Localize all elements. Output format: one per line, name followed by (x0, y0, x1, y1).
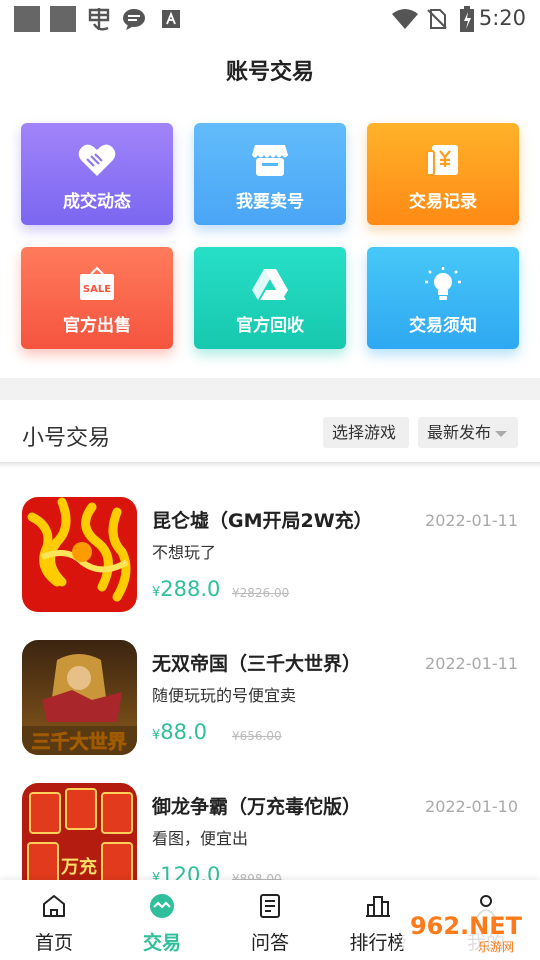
card-label: 官方回收 (236, 316, 304, 336)
sort-dropdown[interactable]: 最新发布 (418, 417, 518, 448)
listing-date: 2022-01-10 (425, 797, 518, 816)
trade-icon (150, 894, 174, 918)
status-time: 5:20 (478, 6, 526, 30)
listing-desc: 不想玩了 (152, 543, 217, 562)
official-recycle-card[interactable]: 官方回收 (194, 247, 346, 349)
game-thumbnail (22, 497, 137, 612)
listing-title: 无双帝国（三千大世界） (152, 653, 362, 675)
listing-desc: 看图，便宜出 (152, 829, 249, 848)
ranking-icon (366, 896, 390, 917)
listing-date: 2022-01-11 (425, 511, 518, 530)
listing-date: 2022-01-11 (425, 654, 518, 673)
app-notification-icon (88, 8, 110, 31)
listing-title: 昆仑墟（GM开局2W充） (152, 510, 373, 532)
wifi-icon (392, 9, 418, 29)
game-thumbnail: 三千大世界 (22, 640, 137, 755)
nav-home[interactable]: 首页 (0, 880, 108, 960)
section-title: 小号交易 (22, 426, 111, 451)
card-label: 成交动态 (63, 192, 131, 212)
listing-original-price: ¥656.00 (232, 729, 282, 743)
caret-down-icon (495, 430, 508, 437)
message-icon (123, 9, 145, 30)
sale-badge: SALE (83, 284, 111, 295)
status-bar: 5:20 (0, 0, 540, 40)
notification-icon (14, 6, 40, 32)
listing-title: 御龙争霸（万充毒佗版） (152, 796, 362, 818)
recycle-triangle-icon (252, 269, 288, 300)
listing-price: ¥88.0 (152, 720, 207, 744)
nav-trade[interactable]: 交易 (108, 880, 216, 960)
nav-label: 首页 (34, 932, 73, 954)
sort-label: 最新发布 (427, 423, 492, 442)
card-label: 官方出售 (63, 316, 131, 336)
section-divider (0, 378, 540, 400)
nav-label: 交易 (142, 932, 181, 954)
select-game-label: 选择游戏 (332, 423, 397, 442)
section-shadow (0, 462, 540, 468)
listing-price: ¥288.0 (152, 577, 220, 601)
official-sale-card[interactable]: SALE 官方出售 (21, 247, 173, 349)
notification-icon (50, 6, 76, 32)
site-watermark-logo: 962.NET 乐游网 (402, 909, 534, 954)
thumb-text: 三千大世界 (31, 730, 126, 753)
trade-notice-card[interactable]: 交易须知 (367, 247, 519, 349)
listing-item[interactable]: 昆仑墟（GM开局2W充） 2022-01-11 不想玩了 ¥288.0 ¥282… (0, 497, 540, 637)
select-game-button[interactable]: 选择游戏 (323, 417, 409, 448)
price-value: 288.0 (160, 577, 221, 601)
no-sim-icon (427, 9, 447, 29)
price-value: 88.0 (160, 720, 208, 744)
nav-qa[interactable]: 问答 (216, 880, 324, 960)
qa-icon (260, 894, 280, 918)
thumb-text: 万充 (60, 856, 97, 878)
card-label: 我要卖号 (236, 192, 304, 212)
listing-original-price: ¥2826.00 (232, 586, 290, 600)
svg-text:乐游网: 乐游网 (478, 940, 514, 954)
card-label: 交易须知 (409, 316, 477, 336)
lightbulb-icon (425, 267, 461, 300)
battery-icon (460, 6, 474, 32)
listing-desc: 随便玩玩的号便宜卖 (152, 686, 297, 705)
page-title: 账号交易 (225, 60, 314, 85)
handshake-heart-icon (78, 144, 116, 176)
deal-feed-card[interactable]: 成交动态 (21, 123, 173, 225)
sell-account-card[interactable]: 我要卖号 (194, 123, 346, 225)
home-icon (43, 895, 65, 917)
listing-item[interactable]: 三千大世界 无双帝国（三千大世界） 2022-01-11 随便玩玩的号便宜卖 ¥… (0, 640, 540, 780)
svg-text:962.NET: 962.NET (410, 912, 523, 940)
card-label: 交易记录 (409, 192, 477, 212)
translate-icon (162, 10, 180, 28)
receipt-icon (426, 145, 458, 176)
trade-records-card[interactable]: 交易记录 (367, 123, 519, 225)
sale-tag-icon: SALE (80, 266, 114, 300)
shop-icon (252, 145, 288, 176)
nav-label: 问答 (250, 932, 289, 954)
